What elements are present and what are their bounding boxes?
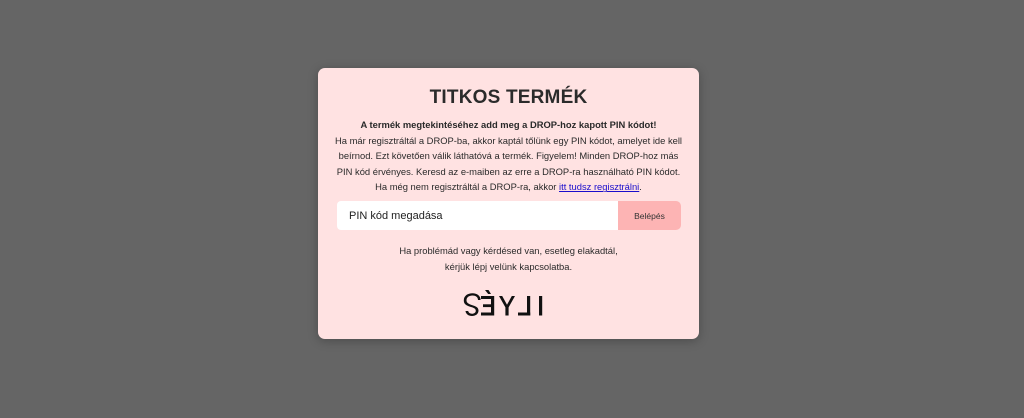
brand-logo [318, 290, 699, 320]
register-link[interactable]: itt tudsz regisztrálni [559, 181, 639, 192]
login-button[interactable]: Belépés [618, 201, 681, 230]
modal-description: A termék megtekintéséhez add meg a DROP-… [334, 117, 683, 195]
modal-lead-text: A termék megtekintéséhez add meg a DROP-… [360, 119, 657, 130]
modal-title: TITKOS TERMÉK [429, 87, 588, 108]
help-line-2: kérjük lépj velünk kapcsolatba. [444, 260, 573, 272]
modal-body-end: . [639, 181, 642, 193]
pin-modal: TITKOS TERMÉK A termék megtekintéséhez a… [318, 68, 699, 339]
pin-input[interactable] [337, 201, 618, 230]
illyes-logo-icon [463, 290, 542, 316]
help-line-1: Ha problémád vagy kérdésed van, esetleg … [399, 245, 618, 256]
help-text: Ha problémád vagy kérdésed van, esetleg … [318, 243, 699, 274]
pin-form: Belépés [337, 201, 681, 230]
